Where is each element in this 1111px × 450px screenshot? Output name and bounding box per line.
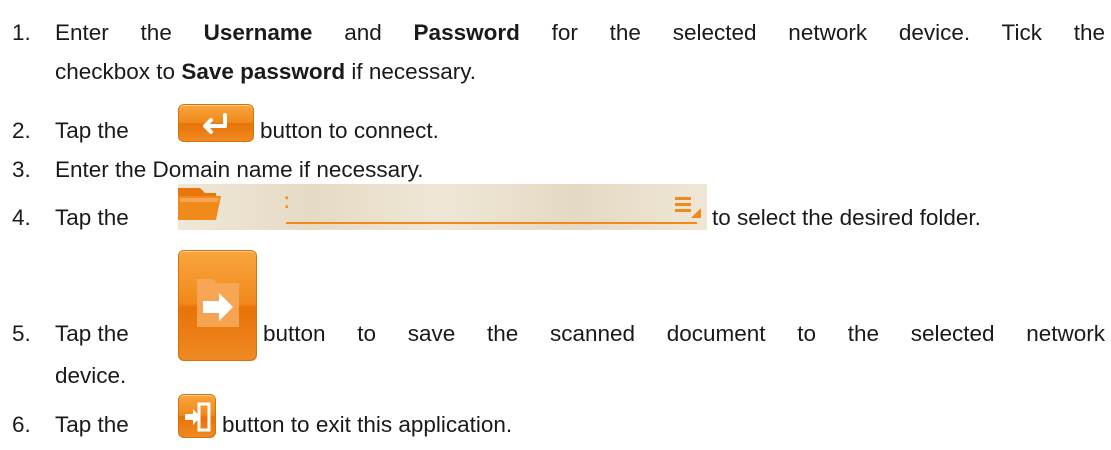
- step-text: button to save the scanned document to t…: [263, 321, 1105, 346]
- path-separator: :: [283, 189, 291, 214]
- exit-door-icon: [178, 394, 216, 438]
- step-number: 2.: [12, 118, 31, 143]
- enter-arrow-icon: [178, 104, 254, 142]
- username-label: Username: [203, 20, 313, 45]
- step-text: button to exit this application.: [222, 412, 513, 437]
- text: and: [312, 20, 414, 45]
- text: if necessary.: [345, 59, 477, 84]
- step-text: Tap the: [55, 118, 129, 143]
- step-number: 4.: [12, 205, 31, 230]
- step-text: Tap the: [55, 205, 129, 230]
- step-1-line-1: Enter the Username and Password for the …: [55, 20, 1105, 46]
- path-underline: [286, 222, 697, 224]
- password-label: Password: [413, 20, 520, 45]
- save-password-label: Save password: [181, 59, 346, 84]
- step-text: device.: [55, 363, 127, 388]
- step-text: to select the desired folder.: [712, 205, 981, 230]
- step-number: 5.: [12, 321, 31, 346]
- text: Enter the: [55, 20, 204, 45]
- text: for the selected network device. Tick th…: [519, 20, 1106, 45]
- text: checkbox to: [55, 59, 182, 84]
- step-1-line-2: checkbox to Save password if necessary.: [55, 59, 476, 85]
- step-number: 6.: [12, 412, 31, 437]
- menu-dropdown-icon: [675, 197, 701, 218]
- step-text: button to connect.: [260, 118, 439, 143]
- step-text: Tap the: [55, 412, 129, 437]
- step-text: Tap the: [55, 321, 129, 346]
- save-to-folder-icon: [178, 250, 257, 361]
- step-text: Enter the Domain name if necessary.: [55, 157, 424, 182]
- step-number: 1.: [12, 20, 31, 45]
- step-number: 3.: [12, 157, 31, 182]
- folder-path-bar: :: [178, 184, 707, 230]
